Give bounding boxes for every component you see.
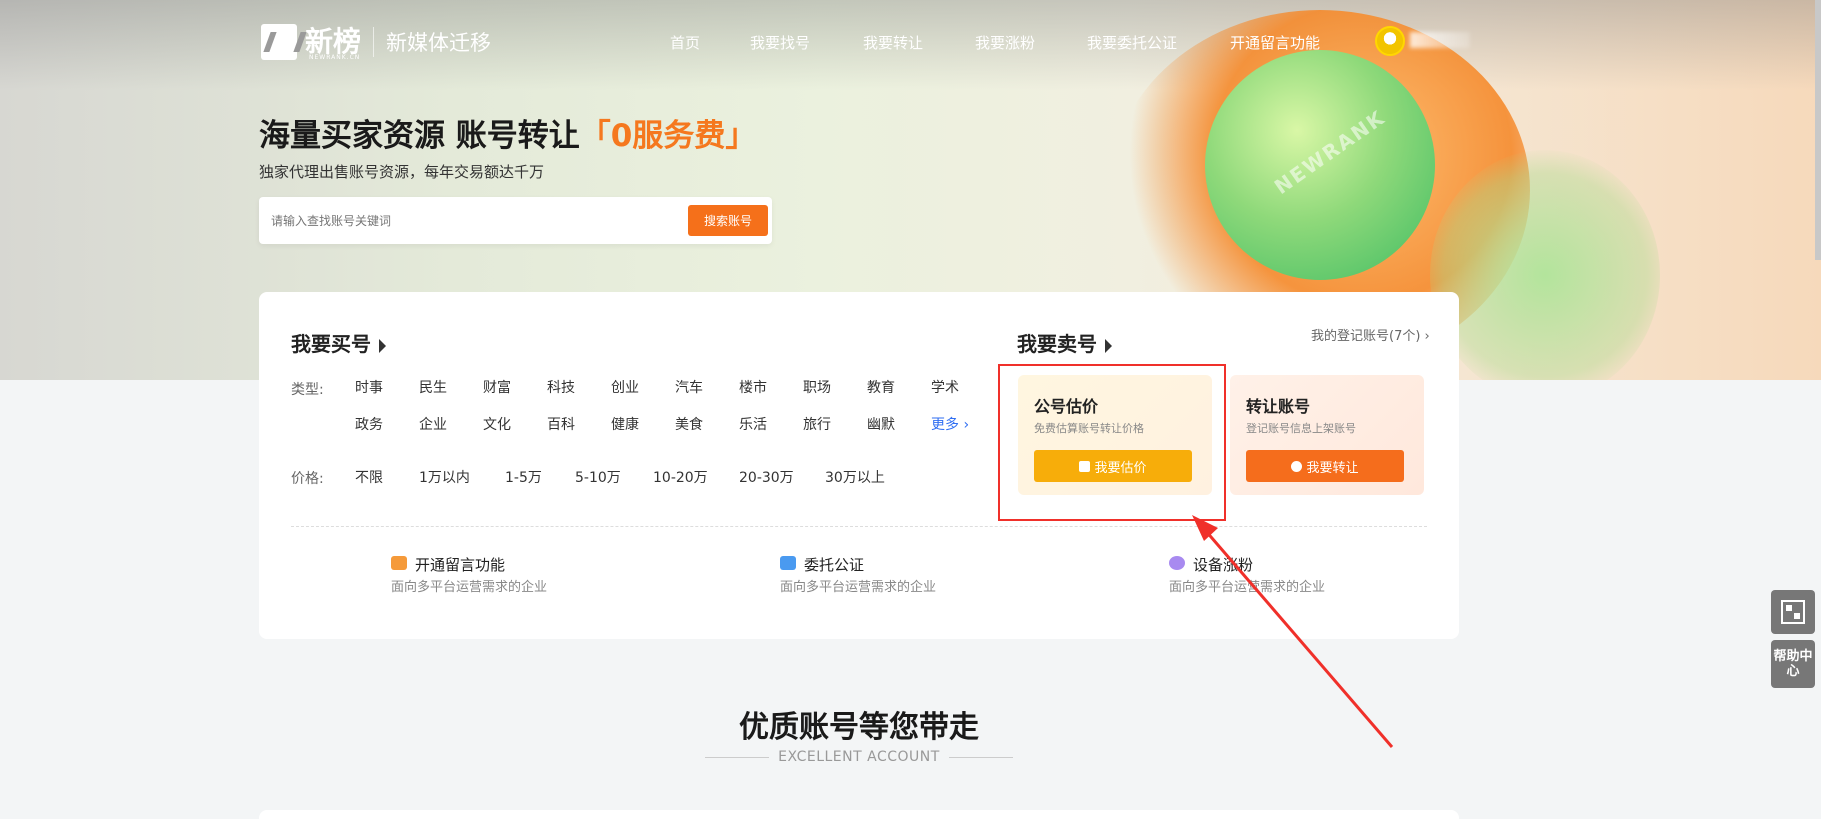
section-subtitle: EXCELLENT ACCOUNT [778, 749, 940, 765]
accounts-list-card [259, 810, 1459, 819]
qr-code-button[interactable] [1771, 590, 1815, 634]
qr-code-icon [1781, 600, 1805, 624]
help-center-button[interactable]: 帮助中心 [1771, 640, 1815, 688]
section-title: 优质账号等您带走 [739, 710, 979, 745]
title-line-right [949, 757, 1013, 758]
scrollbar[interactable] [1815, 0, 1821, 260]
annotation-arrow [1192, 515, 1394, 748]
